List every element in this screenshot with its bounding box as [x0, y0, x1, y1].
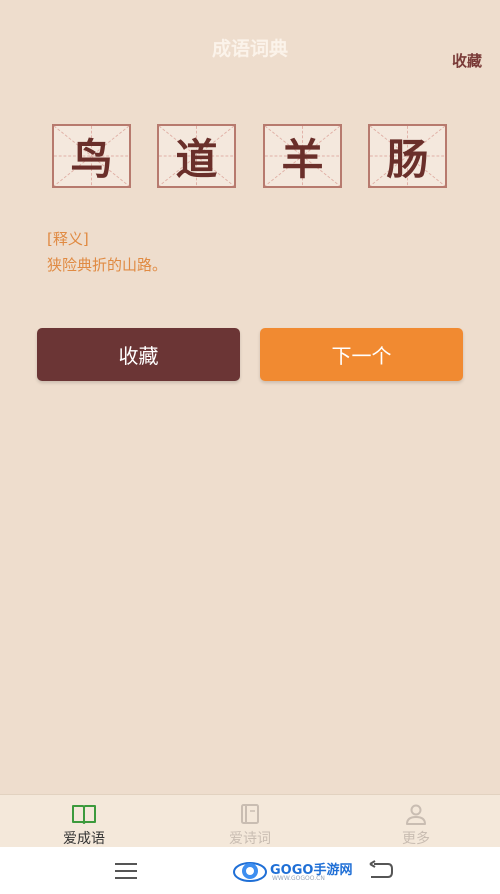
favorites-link[interactable]: 收藏 [452, 50, 482, 71]
book-icon [71, 803, 97, 825]
char-box-4: 肠 [368, 124, 447, 188]
next-button[interactable]: 下一个 [260, 328, 463, 381]
back-icon[interactable] [368, 860, 394, 880]
idiom-char: 肠 [386, 134, 429, 184]
idiom-characters: 鸟 道 羊 肠 [0, 124, 500, 190]
watermark-icon [233, 862, 267, 882]
meaning-text: 狭险典折的山路。 [47, 256, 168, 274]
idiom-char: 羊 [281, 134, 324, 184]
tab-label: 爱诗词 [229, 831, 271, 847]
page-title: 成语词典 [211, 38, 288, 60]
menu-icon[interactable] [114, 862, 138, 880]
tab-label: 爱成语 [63, 831, 105, 847]
tab-poems[interactable]: 爱诗词 [200, 795, 300, 848]
notebook-icon [237, 803, 263, 825]
watermark-logo: GOGO手游网 WWW.GOGOO.CN [232, 855, 352, 887]
watermark-sub: WWW.GOGOO.CN [272, 875, 325, 882]
tab-idioms[interactable]: 爱成语 [34, 795, 134, 848]
tab-more[interactable]: 更多 [366, 795, 466, 848]
char-box-3: 羊 [263, 124, 342, 188]
char-box-1: 鸟 [52, 124, 131, 188]
char-box-2: 道 [157, 124, 236, 188]
system-nav-bar: GOGO手游网 WWW.GOGOO.CN [0, 847, 500, 894]
tab-label: 更多 [402, 831, 430, 847]
meaning-label: [释义] [47, 230, 89, 248]
person-icon [403, 803, 429, 825]
idiom-char: 鸟 [70, 134, 113, 184]
favorite-button[interactable]: 收藏 [37, 328, 240, 381]
idiom-char: 道 [175, 134, 218, 184]
bottom-tab-bar: 爱成语 爱诗词 更多 [0, 794, 500, 847]
